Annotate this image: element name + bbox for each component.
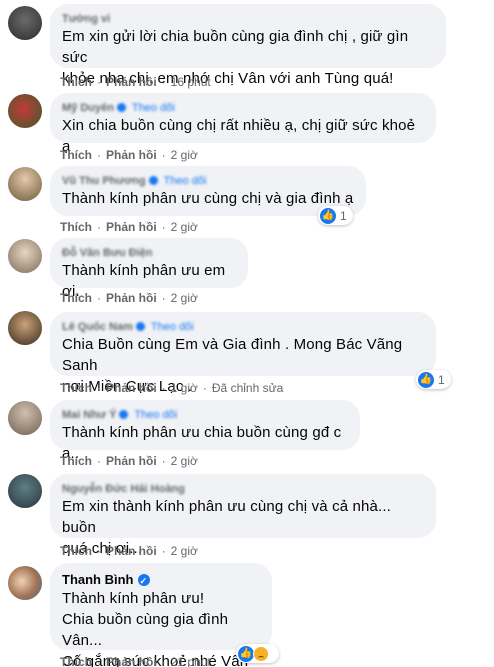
like-link[interactable]: Thích <box>60 75 92 89</box>
comment-bubble: Vũ Thu Phương Theo dõi Thành kính phân ưu… <box>50 166 366 216</box>
verified-icon <box>137 573 150 590</box>
comment-author[interactable]: Mai Như Ý Theo dõi <box>62 408 348 422</box>
like-link[interactable]: Thích <box>60 454 92 468</box>
verified-icon <box>116 103 126 112</box>
like-link[interactable]: Thích <box>60 291 92 305</box>
reply-link[interactable]: Phản hồi <box>106 655 157 667</box>
reply-link[interactable]: Phản hồi <box>106 454 157 468</box>
reply-link[interactable]: Phản hồi <box>106 291 157 305</box>
comment-author[interactable]: Vũ Thu Phương Theo dõi <box>62 174 354 188</box>
comment-actions: Thích · Phản hồi · 16 phút <box>60 75 211 89</box>
comment-bubble: Nguyễn Đức Hải Hoàng Em xin thành kính p… <box>50 474 436 557</box>
reply-link[interactable]: Phản hồi <box>106 75 157 89</box>
comment-actions: Thích · Phản hồi · 2 giờ <box>60 544 198 558</box>
like-link[interactable]: Thích <box>60 655 92 667</box>
avatar[interactable] <box>8 311 42 345</box>
comment-bubble: Lê Quốc Nam Theo dõi Chia Buồn cùng Em và… <box>50 312 436 395</box>
verified-icon <box>135 322 145 331</box>
avatar[interactable] <box>8 167 42 201</box>
avatar[interactable] <box>8 239 42 273</box>
comment-bubble: Tường vi Em xin gửi lời chia buồn cùng g… <box>50 4 446 87</box>
verified-icon <box>119 410 129 419</box>
like-link[interactable]: Thích <box>60 381 92 395</box>
sad-reaction-icon <box>253 646 269 662</box>
comment-bubble: Mỹ Duyên Theo dõi Xin chia buồn cùng chị … <box>50 93 436 155</box>
comment-author[interactable]: Đỗ Văn Bưu Điện <box>62 246 236 260</box>
reaction-count[interactable]: 👍 1 <box>416 370 451 389</box>
comment-author[interactable]: Mỹ Duyên Theo dõi <box>62 101 424 115</box>
comment-time[interactable]: 2 giờ <box>171 220 198 234</box>
comment-time[interactable]: 2 giờ <box>171 291 198 305</box>
comment-time[interactable]: 1 giờ <box>171 381 198 395</box>
avatar[interactable] <box>8 566 42 600</box>
comment-text: Thành kính phân ưu cùng chị và gia đình … <box>62 190 354 207</box>
avatar[interactable] <box>8 94 42 128</box>
like-reaction-icon: 👍 <box>418 372 434 388</box>
reply-link[interactable]: Phản hồi <box>106 220 157 234</box>
avatar[interactable] <box>8 6 42 40</box>
comment-actions: Thích · Phản hồi · 21 phút <box>60 655 211 667</box>
avatar[interactable] <box>8 401 42 435</box>
comment-author[interactable]: Thanh Bình <box>62 571 260 590</box>
comment-time[interactable]: 21 phút <box>171 655 211 667</box>
comment-time[interactable]: 16 phút <box>171 75 211 89</box>
like-reaction-icon: 👍 <box>320 208 336 224</box>
comment-actions: Thích · Phản hồi · 1 giờ · Đã chỉnh sửa <box>60 381 284 395</box>
reaction-count[interactable]: 👍 <box>236 644 279 663</box>
reply-link[interactable]: Phản hồi <box>106 544 157 558</box>
comment-bubble: Đỗ Văn Bưu Điện Thành kính phân ưu em ơi… <box>50 238 248 300</box>
reply-link[interactable]: Phản hồi <box>106 381 157 395</box>
like-link[interactable]: Thích <box>60 544 92 558</box>
comment-time[interactable]: 2 giờ <box>171 544 198 558</box>
comment-actions: Thích · Phản hồi · 2 giờ <box>60 220 198 234</box>
like-reaction-icon: 👍 <box>238 646 254 662</box>
like-link[interactable]: Thích <box>60 148 92 162</box>
avatar[interactable] <box>8 474 42 508</box>
edited-label: Đã chỉnh sửa <box>211 381 284 395</box>
comment-time[interactable]: 2 giờ <box>171 454 198 468</box>
comment-author[interactable]: Nguyễn Đức Hải Hoàng <box>62 482 424 496</box>
reply-link[interactable]: Phản hồi <box>106 148 157 162</box>
like-link[interactable]: Thích <box>60 220 92 234</box>
comment-actions: Thích · Phản hồi · 2 giờ <box>60 291 198 305</box>
comment-bubble: Thanh Bình Thành kính phân ưu! Chia buồn… <box>50 563 272 667</box>
comment-actions: Thích · Phản hồi · 2 giờ <box>60 148 198 162</box>
comment-author[interactable]: Tường vi <box>62 12 434 26</box>
verified-icon <box>148 176 158 185</box>
comment-author[interactable]: Lê Quốc Nam Theo dõi <box>62 320 424 334</box>
comment-time[interactable]: 2 giờ <box>171 148 198 162</box>
comment-actions: Thích · Phản hồi · 2 giờ <box>60 454 198 468</box>
comment-bubble: Mai Như Ý Theo dõi Thành kính phân ưu chi… <box>50 400 360 462</box>
reaction-count[interactable]: 👍 1 <box>318 206 353 225</box>
